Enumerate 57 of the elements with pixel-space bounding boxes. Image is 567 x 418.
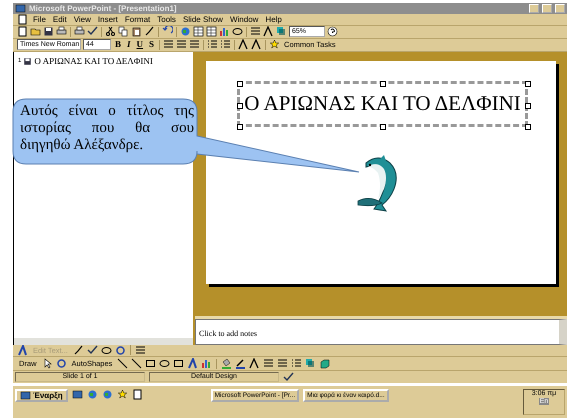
menu-item[interactable]: Window <box>228 15 260 24</box>
resize-handle[interactable] <box>525 124 531 130</box>
resize-handle[interactable] <box>380 124 386 130</box>
slide-title: Ο ΑΡΙΩΝΑΣ ΚΑΙ ΤΟ ΔΕΛΦΙΝΙ <box>244 91 521 116</box>
menu-item[interactable]: Edit <box>50 15 69 24</box>
spelling-status-icon <box>283 372 294 383</box>
menu-item[interactable]: File <box>31 15 48 24</box>
align-left-icon[interactable] <box>163 39 174 50</box>
common-tasks-icon[interactable] <box>269 39 280 50</box>
callout-text: Αυτός είναι ο τίτλος της ιστορίας που θα σου διηγηθώ Αλέξανδρε. <box>20 103 194 154</box>
app-icon <box>15 3 26 14</box>
cut-icon[interactable] <box>105 26 116 38</box>
menu-item[interactable]: Help <box>263 15 284 24</box>
show-desktop-icon[interactable] <box>72 388 83 400</box>
new-icon[interactable] <box>17 26 28 38</box>
resize-handle[interactable] <box>525 80 531 86</box>
browser-icon[interactable] <box>86 388 98 400</box>
menu-item[interactable]: Slide Show <box>180 15 225 24</box>
document-icon <box>17 14 28 25</box>
menu-item[interactable]: View <box>72 15 93 24</box>
resize-handle[interactable] <box>525 102 531 108</box>
print-icon[interactable] <box>74 26 85 38</box>
style-button[interactable]: U <box>134 39 146 50</box>
table-icon[interactable] <box>193 26 204 38</box>
paste-icon[interactable] <box>131 26 142 38</box>
help-icon[interactable] <box>327 26 338 38</box>
resize-handle[interactable] <box>380 80 386 86</box>
outline-title[interactable]: Ο ΑΡΙΩΝΑΣ ΚΑΙ ΤΟ ΔΕΛΦΙΝΙ <box>34 56 153 66</box>
alignment-icon[interactable] <box>134 344 146 356</box>
numbering-icon[interactable] <box>207 39 218 50</box>
save-icon[interactable] <box>43 26 54 38</box>
menu-item[interactable]: Format <box>122 15 152 24</box>
start-button[interactable]: Έναρξη <box>15 388 68 402</box>
style-button[interactable]: S <box>147 39 156 50</box>
menu-item[interactable]: Tools <box>155 15 178 24</box>
center-icon[interactable] <box>176 39 188 50</box>
copy-icon[interactable] <box>118 26 129 38</box>
resize-handle[interactable] <box>237 80 243 86</box>
open-icon[interactable] <box>30 26 41 38</box>
oval-icon[interactable] <box>159 358 170 370</box>
menu-item[interactable]: Insert <box>96 15 120 24</box>
window-title: Microsoft PowerPoint - [Presentation1] <box>29 4 178 13</box>
resize-handle[interactable] <box>237 124 243 130</box>
spelling-icon[interactable] <box>87 26 98 38</box>
style-button[interactable]: I <box>125 39 133 50</box>
bullets-icon[interactable] <box>220 39 232 50</box>
line-style-icon[interactable] <box>263 358 274 370</box>
line-icon[interactable] <box>117 358 128 370</box>
notes-pane[interactable]: Click to add notes <box>195 318 567 344</box>
align-right-icon[interactable] <box>189 39 200 50</box>
fill-color-icon[interactable] <box>221 358 232 370</box>
resize-handle[interactable] <box>237 102 243 108</box>
select-icon[interactable] <box>42 358 53 370</box>
rectangle-icon[interactable] <box>145 358 156 370</box>
line-color-icon[interactable] <box>235 358 246 370</box>
style-button[interactable]: B <box>113 39 124 50</box>
notes-placeholder: Click to add notes <box>199 328 257 338</box>
